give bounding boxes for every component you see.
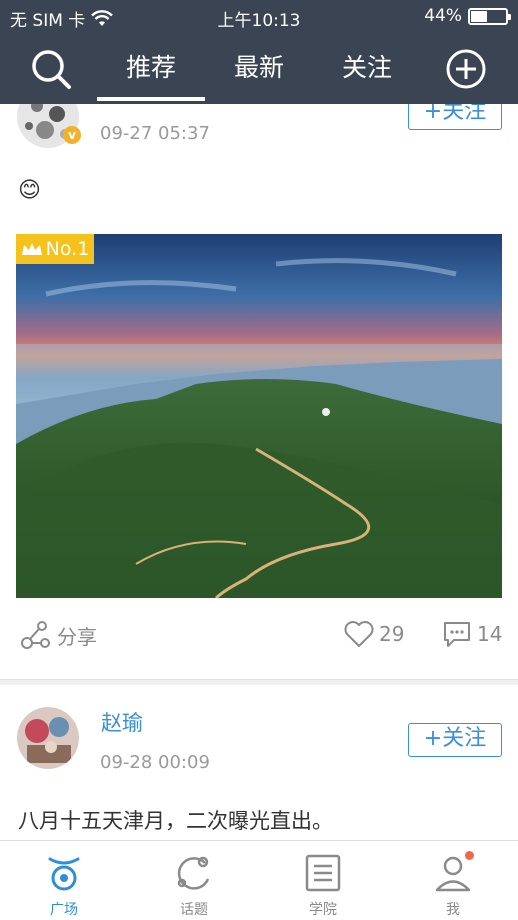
tab-following[interactable]: 关注 [318, 48, 416, 84]
like-button[interactable]: 29 [344, 620, 404, 648]
avatar[interactable] [17, 707, 79, 769]
feed: v 09-27 05:37 +关注 😊 No.1 分享 29 14 赵瑜 09-… [0, 104, 518, 840]
topic-icon [177, 856, 210, 890]
bottom-nav-square[interactable]: 广场 [14, 841, 114, 920]
active-tab-indicator [97, 97, 205, 101]
post-text: 八月十五天津月，二次曝光直出。 [18, 809, 333, 833]
bottom-nav-label: 话题 [180, 902, 208, 918]
top-nav: 推荐 最新 关注 [0, 34, 518, 104]
rank-badge: No.1 [16, 234, 94, 264]
rank-text: No.1 [45, 238, 90, 260]
post-card: 赵瑜 09-28 00:09 +关注 八月十五天津月，二次曝光直出。 [0, 685, 518, 840]
follow-button[interactable]: +关注 [408, 104, 502, 130]
like-count: 29 [379, 622, 405, 646]
app-screen: 无 SIM 卡 上午10:13 44% 推荐 最新 关注 v 09-27 05:… [0, 0, 518, 920]
heart-icon [344, 621, 374, 647]
battery-level [471, 10, 487, 22]
post-actions: 分享 29 14 [0, 620, 518, 654]
search-icon[interactable] [29, 47, 73, 91]
battery-icon [468, 7, 511, 25]
tab-recommended[interactable]: 推荐 [97, 48, 205, 84]
verified-badge-icon: v [63, 126, 81, 144]
bottom-nav: 广场 话题 学院 我 [0, 840, 518, 920]
bottom-nav-topics[interactable]: 话题 [144, 841, 244, 920]
status-right: 44% [424, 6, 511, 26]
bottom-nav-academy[interactable]: 学院 [273, 841, 373, 920]
notification-dot [465, 851, 474, 860]
comment-count: 14 [477, 622, 503, 646]
tab-latest[interactable]: 最新 [210, 48, 308, 84]
top-bar: 无 SIM 卡 上午10:13 44% 推荐 最新 关注 [0, 0, 518, 104]
comment-icon [444, 622, 470, 647]
bottom-nav-label: 学院 [309, 902, 337, 918]
post-time: 09-28 00:09 [100, 752, 210, 773]
post-emoji: 😊 [18, 178, 41, 203]
bottom-nav-label: 广场 [50, 902, 78, 918]
crown-icon [21, 243, 42, 255]
square-icon [48, 857, 80, 891]
bottom-nav-label: 我 [446, 902, 460, 918]
post-time: 09-27 05:37 [100, 123, 210, 144]
username[interactable]: 赵瑜 [101, 707, 143, 737]
academy-icon [305, 854, 341, 892]
comment-button[interactable]: 14 [442, 620, 502, 648]
share-button[interactable]: 分享 [20, 620, 97, 650]
bottom-nav-profile[interactable]: 我 [403, 841, 503, 920]
post-photo[interactable]: No.1 [16, 234, 502, 598]
add-post-icon[interactable] [444, 47, 488, 91]
follow-button[interactable]: +关注 [408, 723, 502, 757]
share-icon [21, 621, 50, 649]
landscape-photo [16, 234, 502, 598]
battery-percent: 44% [424, 6, 462, 26]
post-card: v 09-27 05:37 +关注 😊 No.1 分享 29 14 [0, 104, 518, 679]
status-bar: 无 SIM 卡 上午10:13 44% [0, 0, 518, 34]
share-label: 分享 [57, 624, 97, 649]
